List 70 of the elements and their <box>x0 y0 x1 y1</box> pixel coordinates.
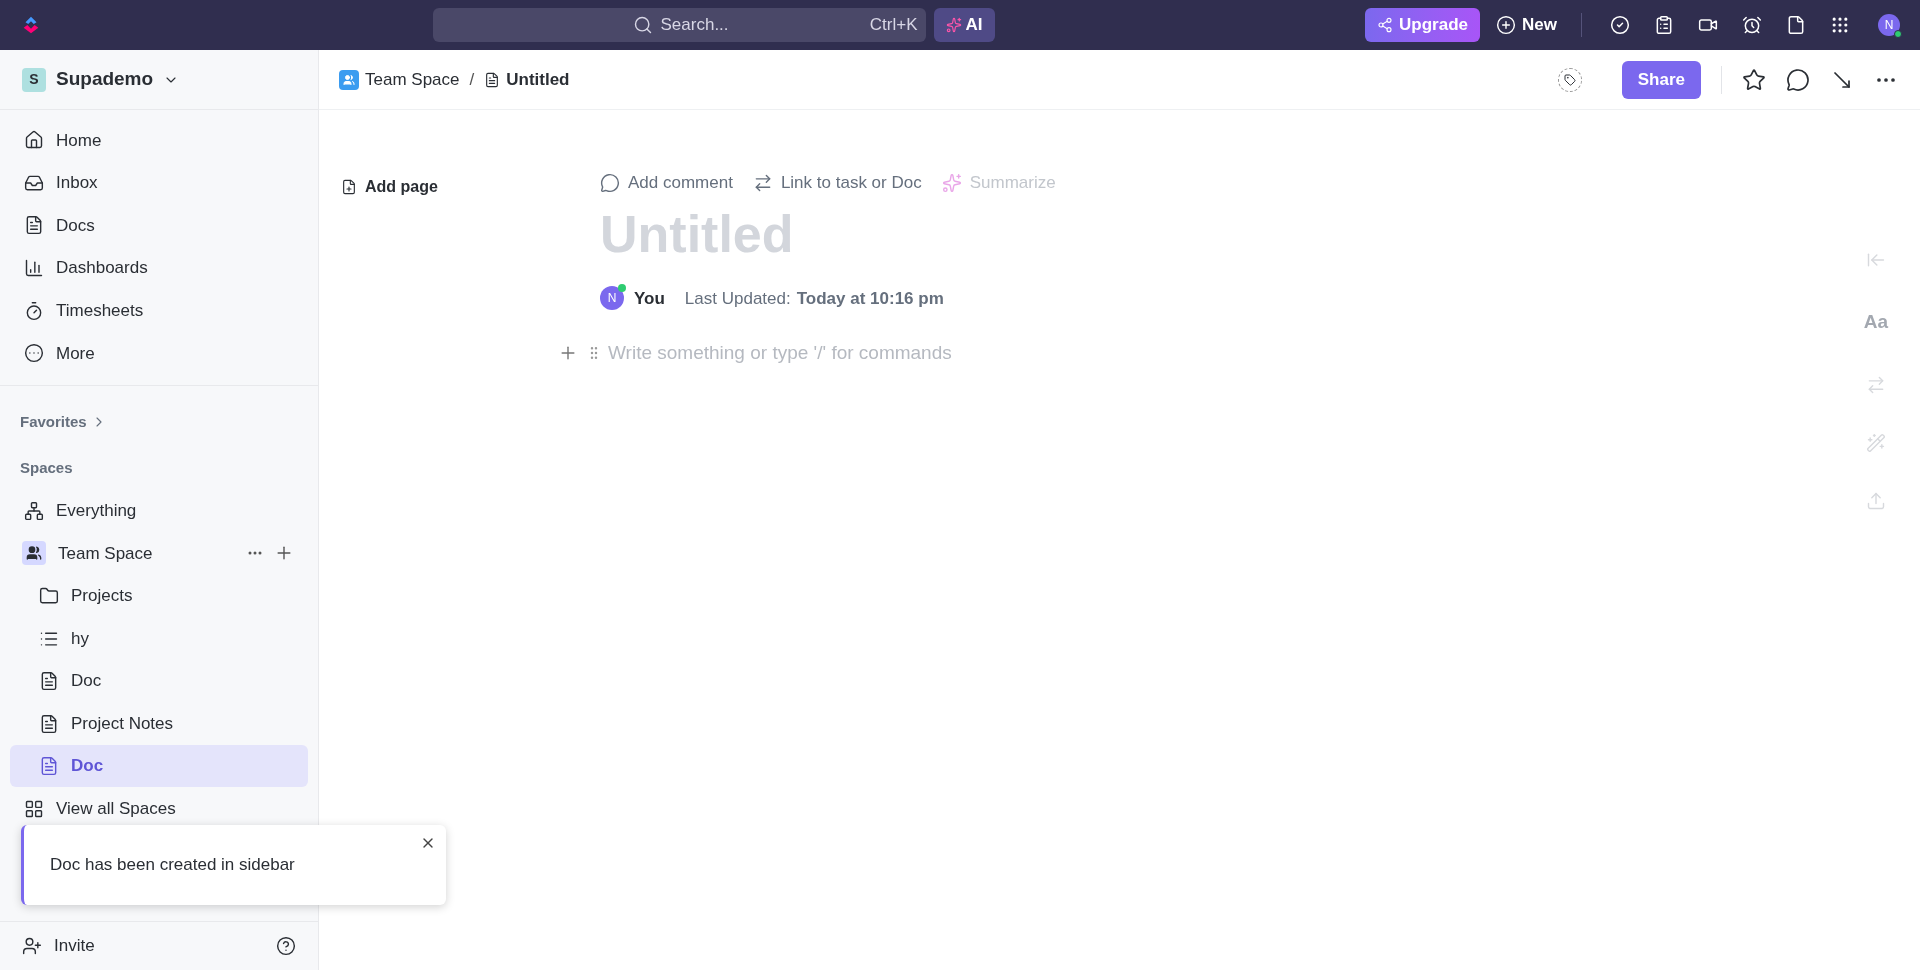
tree-item[interactable]: Projects <box>10 575 308 617</box>
view-all-spaces[interactable]: View all Spaces <box>10 787 308 830</box>
workspace-switcher[interactable]: S Supademo <box>22 65 180 94</box>
breadcrumb-item[interactable]: Team Space <box>339 66 460 93</box>
nav-item[interactable]: Home <box>10 119 308 162</box>
nav-item[interactable]: Timesheets <box>10 289 308 332</box>
nav-item[interactable]: Dashboards <box>10 246 308 290</box>
document-icon <box>39 756 59 776</box>
space-label: Everything <box>56 500 137 523</box>
upload-icon <box>1865 490 1886 511</box>
nav-item[interactable]: Docs <box>10 204 308 247</box>
space-label: Team Space <box>58 542 153 565</box>
search-field[interactable]: Search... Ctrl+K <box>432 8 926 42</box>
more-icon <box>24 343 44 364</box>
stopwatch-icon <box>24 300 44 321</box>
tree-item[interactable]: Doc <box>10 745 308 787</box>
favorites-heading[interactable]: Favorites <box>20 410 298 434</box>
add-file-icon <box>341 179 357 195</box>
tree-item[interactable]: Project Notes <box>10 702 308 745</box>
home-icon <box>24 130 44 151</box>
document-icon <box>484 71 501 88</box>
team-icon <box>22 541 46 566</box>
comment-icon <box>600 172 620 193</box>
help-icon[interactable] <box>276 936 296 956</box>
add-page-button[interactable]: Add page <box>341 175 438 199</box>
search-icon <box>632 15 653 35</box>
network-icon <box>24 500 44 521</box>
tree-item[interactable]: hy <box>10 617 308 660</box>
breadcrumb-separator: / <box>469 68 475 91</box>
grid-icon <box>24 798 44 819</box>
editor-field[interactable]: Write something or type '/' for commands <box>608 339 1108 368</box>
updated-value: Today at 10:16 pm <box>796 287 944 310</box>
document-icon <box>39 671 59 691</box>
toast-message: Doc has been created in sidebar <box>50 854 295 877</box>
search-placeholder: Search... <box>660 14 729 37</box>
document-icon <box>39 713 59 734</box>
plus-circle-icon <box>1496 15 1517 35</box>
sparkle-icon <box>941 172 962 193</box>
updated-label: Last Updated: <box>684 287 791 310</box>
team-icon <box>339 69 359 90</box>
upgrade-button[interactable]: Upgrade <box>1365 8 1481 42</box>
space-item[interactable]: Team Space <box>10 532 308 575</box>
breadcrumb-item[interactable]: Untitled <box>484 66 570 93</box>
magic-wand-icon <box>1865 432 1886 453</box>
workspace-avatar: S <box>22 67 46 92</box>
author-name: You <box>634 287 665 310</box>
doc-action[interactable]: Link to task or Doc <box>752 170 922 196</box>
collapse-icon <box>1865 250 1886 270</box>
ai-button[interactable]: AI <box>933 8 995 42</box>
comment-icon[interactable] <box>1786 67 1810 92</box>
workspace-name: Supademo <box>56 67 154 92</box>
tree-item[interactable]: Doc <box>10 660 308 702</box>
shortcut-hint: Ctrl+K <box>869 14 918 37</box>
share-button[interactable]: Share <box>1621 60 1701 99</box>
author-avatar: N <box>600 286 624 311</box>
nav-item[interactable]: Inbox <box>10 161 308 205</box>
star-icon[interactable] <box>1742 67 1766 92</box>
space-item[interactable]: Everything <box>10 489 308 533</box>
spaces-heading: Spaces <box>20 458 74 479</box>
invite-button[interactable]: Invite <box>22 933 95 959</box>
folder-icon <box>39 586 59 606</box>
document-icon <box>24 215 44 236</box>
nav-item[interactable]: More <box>10 331 308 375</box>
add-user-icon <box>22 936 42 956</box>
user-avatar[interactable]: N <box>1878 14 1900 36</box>
sparkle-icon <box>945 17 962 33</box>
new-button[interactable]: New <box>1496 12 1557 38</box>
more-icon[interactable] <box>248 551 262 556</box>
bar-chart-icon <box>24 258 44 279</box>
doc-action[interactable]: Add comment <box>600 170 733 196</box>
